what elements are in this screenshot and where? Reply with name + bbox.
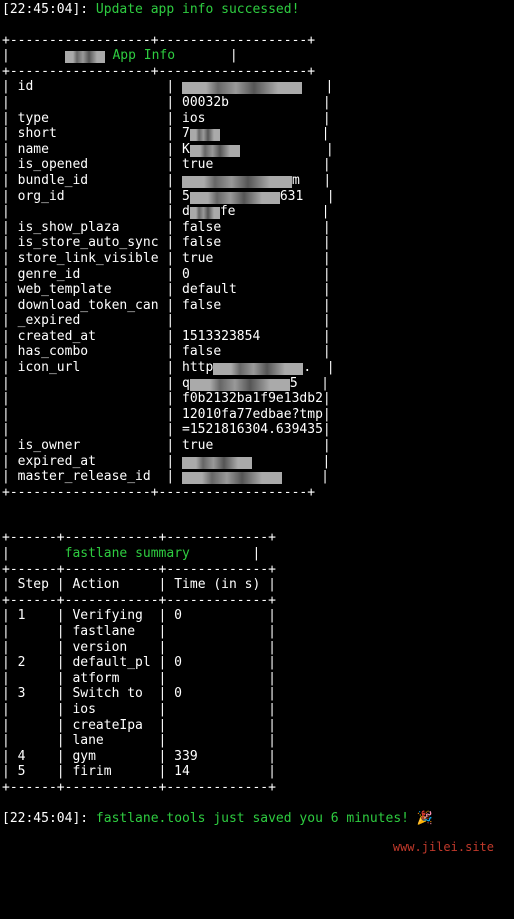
table1-header: | App Info | [2, 48, 512, 64]
party-icon: 🎉 [417, 811, 433, 826]
redacted-value [182, 176, 292, 188]
table-row: | store_link_visible | true | [2, 251, 512, 267]
table-row: | master_release_id | | [2, 469, 512, 485]
table1-rows: | id | || | 00032b || type | ios || shor… [2, 79, 512, 484]
table-row: | org_id | 5631 | [2, 189, 512, 205]
table-row: | download_token_can | false | [2, 298, 512, 314]
table2-title: fastlane summary [65, 546, 190, 561]
table-row: | type | ios | [2, 111, 512, 127]
saved-message: fastlane.tools just saved you 6 minutes! [96, 811, 409, 826]
table-row: | 2 | default_pl | 0 | [2, 655, 512, 671]
redacted-value [182, 457, 252, 469]
table-row: | is_store_auto_sync | false | [2, 235, 512, 251]
table-row: | | atform | | [2, 671, 512, 687]
redacted-value [213, 363, 303, 375]
table2-col-headers: | Step | Action | Time (in s) | [2, 577, 512, 593]
redacted-value [190, 145, 240, 157]
table-row: | | lane | | [2, 733, 512, 749]
table2-border-mid2: +------+------------+-------------+ [2, 593, 512, 609]
table-row: | is_owner | true | [2, 438, 512, 454]
table2-border-mid: +------+------------+-------------+ [2, 562, 512, 578]
table-row: | is_opened | true | [2, 157, 512, 173]
redacted-value [190, 379, 290, 391]
table-row: | has_combo | false | [2, 344, 512, 360]
redacted-value [182, 472, 282, 484]
table-row: | 1 | Verifying | 0 | [2, 608, 512, 624]
table-row: | 3 | Switch to | 0 | [2, 686, 512, 702]
spacer [2, 796, 512, 811]
table-row: | | 00032b | [2, 95, 512, 111]
table-row: | name | K | [2, 142, 512, 158]
table-row: | id | | [2, 79, 512, 95]
table-row: | | createIpa | | [2, 718, 512, 734]
table2-header: | fastlane summary | [2, 546, 512, 562]
table1-border-bot: +------------------+-------------------+ [2, 485, 512, 501]
success-message: Update app info successed! [96, 2, 300, 17]
spacer [2, 500, 512, 530]
table-row: | bundle_id | m | [2, 173, 512, 189]
redacted-value [190, 192, 280, 204]
redacted-value [190, 207, 220, 219]
table-row: | | =1521816304.639435| [2, 422, 512, 438]
table-row: | is_show_plaza | false | [2, 220, 512, 236]
timestamp-bottom: [22:45:04]: [2, 811, 88, 826]
table1-border-hdr: +------------------+-------------------+ [2, 64, 512, 80]
table-row: | 5 | firim | 14 | [2, 764, 512, 780]
table2-border-top: +------+------------+-------------+ [2, 530, 512, 546]
table-row: | | f0b2132ba1f9e13db2| [2, 391, 512, 407]
table-row: | icon_url | http. | [2, 360, 512, 376]
table1-title: App Info [105, 48, 175, 63]
table-row: | _expired | | [2, 313, 512, 329]
table1-border-top: +------------------+-------------------+ [2, 33, 512, 49]
watermark: www.jilei.site [393, 840, 494, 854]
table-row: | short | 7 | [2, 126, 512, 142]
table-row: | | q5 | [2, 376, 512, 392]
table-row: | | fastlane | | [2, 624, 512, 640]
table-row: | 4 | gym | 339 | [2, 749, 512, 765]
spacer [2, 18, 512, 33]
redacted-value [190, 129, 220, 141]
table-row: | | version | | [2, 640, 512, 656]
table-row: | | dfe | [2, 204, 512, 220]
redacted-header [65, 51, 105, 63]
table-row: | genre_id | 0 | [2, 267, 512, 283]
table-row: | | ios | | [2, 702, 512, 718]
table-row: | | 12010fa77edbae?tmp| [2, 407, 512, 423]
timestamp: [22:45:04]: [2, 2, 88, 17]
table2-rows: | 1 | Verifying | 0 || | fastlane | || |… [2, 608, 512, 780]
table2-border-bot: +------+------------+-------------+ [2, 780, 512, 796]
bottom-line: [22:45:04]: fastlane.tools just saved yo… [2, 811, 512, 827]
table-row: | expired_at | | [2, 454, 512, 470]
table-row: | created_at | 1513323854 | [2, 329, 512, 345]
table-row: | web_template | default | [2, 282, 512, 298]
timestamp-line: [22:45:04]: Update app info successed! [2, 2, 512, 18]
redacted-value [182, 82, 302, 94]
